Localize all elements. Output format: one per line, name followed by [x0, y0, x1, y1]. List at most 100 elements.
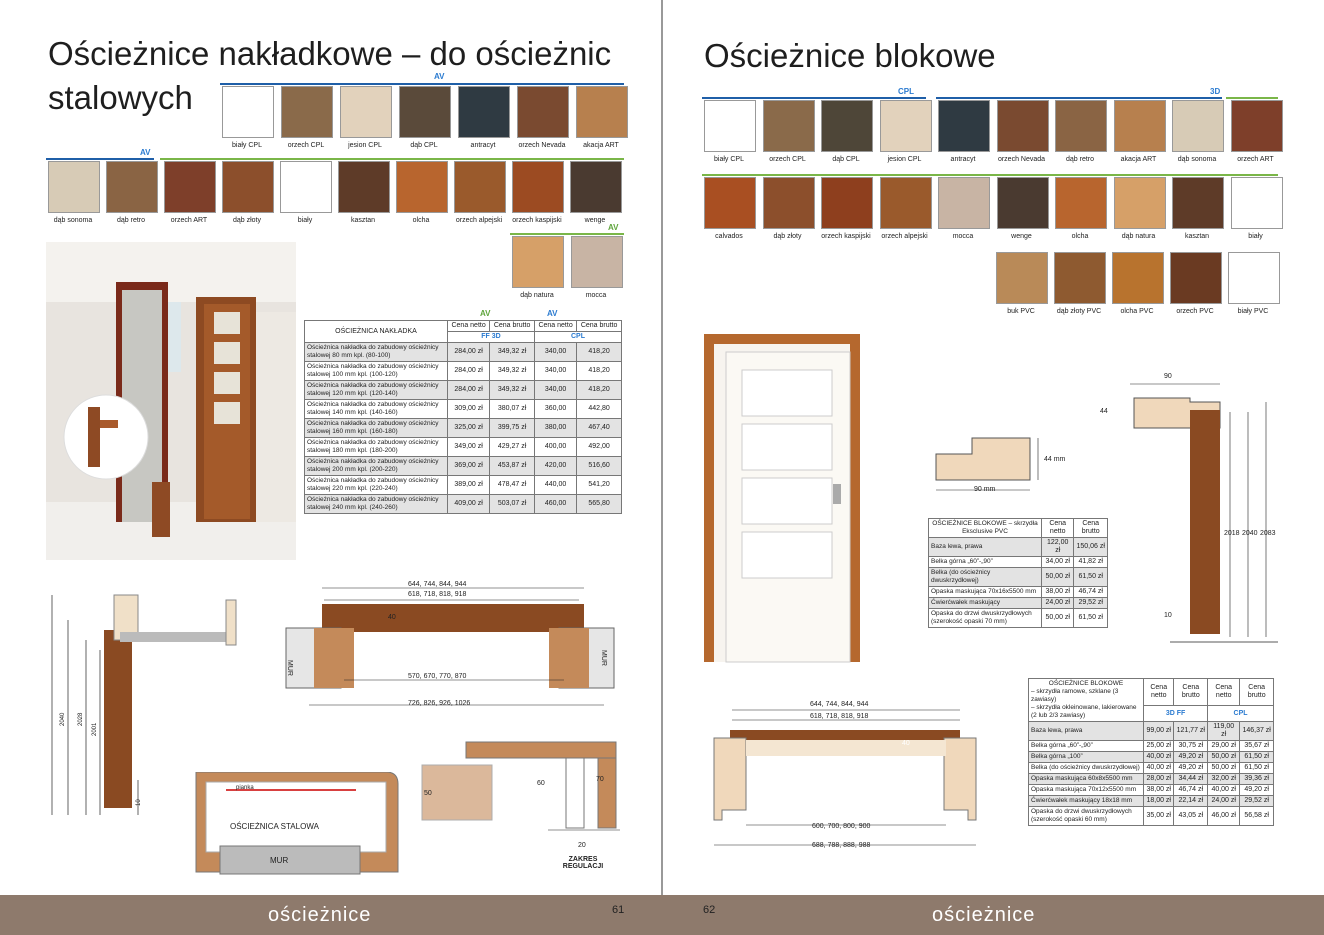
color-group-bar [702, 174, 1278, 176]
dim-label: 618, 718, 818, 918 [810, 713, 869, 720]
table-cell: Ościeżnica nakładka do zabudowy ościeżni… [304, 437, 448, 457]
table-cell: 40,00 zł [1207, 784, 1241, 796]
table-cell: 56,58 zł [1239, 806, 1274, 826]
table-cell: 49,20 zł [1173, 762, 1209, 774]
table-cell: 380,00 [533, 418, 578, 438]
table-cell: 35,67 zł [1239, 740, 1274, 752]
group-ff-3d: FF 3D [447, 331, 535, 343]
table-cell: 409,00 zł [446, 494, 491, 514]
color-swatch [1112, 252, 1164, 304]
dim-label: 60 [537, 780, 545, 787]
swatch-label: biały CPL [714, 156, 744, 163]
table-cell: 43,05 zł [1173, 806, 1209, 826]
swatch-label: calvados [715, 233, 743, 240]
swatch-label: dąb CPL [410, 142, 438, 149]
color-swatch [996, 252, 1048, 304]
color-swatch [1228, 252, 1280, 304]
table-cell: 61,50 zł [1073, 567, 1108, 587]
table-cell: Opaska maskująca 70x12x5500 mm [1028, 784, 1144, 796]
swatch-label: orzech ART [1237, 156, 1274, 163]
table-cell: 41,82 zł [1073, 556, 1108, 568]
table-cell: 340,00 [533, 342, 578, 362]
dim-label: 90 mm [974, 486, 996, 493]
color-swatch [281, 86, 333, 138]
table-cell: 399,75 zł [489, 418, 535, 438]
table-cell: 61,50 zł [1239, 751, 1274, 763]
table-cell: 50,00 zł [1207, 751, 1241, 763]
table-cell: 418,20 [576, 380, 622, 400]
table-cell: Opaska maskująca 60x8x5500 mm [1028, 773, 1144, 785]
swatch-label: dąb złoty [232, 217, 262, 224]
color-swatch [512, 236, 564, 288]
dim-label: 10 [1164, 612, 1172, 619]
color-swatch [938, 100, 990, 152]
color-swatch [340, 86, 392, 138]
swatch-label: mocca [585, 292, 607, 299]
3d-logo-icon: 3D [1210, 87, 1221, 96]
color-swatch [399, 86, 451, 138]
av-logo-icon: AV [434, 72, 445, 81]
swatch-label: orzech alpejski [881, 233, 928, 240]
swatch-label: orzech Nevada [997, 156, 1046, 163]
dim-label: 70 [596, 776, 604, 783]
mur-label: MUR [286, 660, 293, 676]
dim-label: 726, 826, 926, 1026 [408, 700, 471, 707]
table-cell: Ćwierćwałek maskujący 18x18 mm [1028, 795, 1144, 807]
color-swatch [821, 177, 873, 229]
price-table-nakladka: OŚCIEŻNICA NAKŁADKA Cena netto Cena brut… [304, 320, 623, 514]
adjustment-range-drawing [421, 741, 620, 831]
table-cell: 49,20 zł [1239, 784, 1274, 796]
table-cell: Belka górna „60”-„90” [1028, 740, 1144, 752]
swatch-label: orzech PVC [1176, 308, 1214, 315]
swatch-label: orzech ART [170, 217, 208, 224]
color-swatch [821, 100, 873, 152]
footer-brand-left: ościeżnice [268, 904, 372, 926]
table-cell: 49,20 zł [1173, 751, 1209, 763]
group-cpl: CPL [1207, 705, 1274, 722]
table-cell: 369,00 zł [446, 456, 491, 476]
swatch-label: orzech Nevada [518, 142, 566, 149]
table-cell: Belka górna „60”-„90” [928, 556, 1042, 568]
color-group-bar [510, 233, 624, 235]
color-swatch [396, 161, 448, 213]
color-swatch [1055, 100, 1107, 152]
swatch-label: dąb retro [116, 217, 146, 224]
footer-brand-right: ościeżnice [932, 904, 1036, 926]
dim-label: 44 [1100, 408, 1108, 415]
swatch-label: dąb natura [520, 292, 554, 299]
table-cell: 442,80 [576, 399, 622, 419]
dim-label: 2040 [1242, 530, 1258, 537]
table-row: Opaska maskująca 70x16x5500 mm 38,00 zł 46… [928, 586, 1108, 598]
table-cell: 122,00 zł [1040, 537, 1075, 557]
table-cell: 146,37 zł [1239, 721, 1274, 741]
table-header-sub: – skrzydła okleinowane, lakierowane (2 l… [1031, 704, 1137, 719]
color-group-bar [702, 97, 926, 99]
color-group-bar [160, 158, 624, 160]
table-cell: 46,74 zł [1073, 586, 1108, 598]
table-cell: 418,20 [576, 342, 622, 362]
table-cell: 61,50 zł [1239, 762, 1274, 774]
top-section-drawing: MUR MUR [285, 587, 615, 706]
block-frame-door-drawing [702, 332, 862, 664]
color-group-bar [46, 158, 154, 160]
dim-label: 618, 718, 818, 918 [408, 591, 467, 598]
table-cell: Baza lewa, prawa [928, 537, 1042, 557]
dim-label: 688, 788, 888, 988 [812, 842, 871, 849]
swatch-label: biały [1248, 233, 1263, 240]
table-cell: 34,44 zł [1173, 773, 1209, 785]
table-cell: Ościeżnica nakładka do zabudowy ościeżni… [304, 380, 448, 400]
color-swatch [1054, 252, 1106, 304]
page-spine [661, 0, 663, 935]
page-title-right: Ościeżnice blokowe [704, 37, 996, 74]
table-cell: 389,00 zł [446, 475, 491, 495]
color-swatch [48, 161, 100, 213]
page-title-line1: Ościeżnice nakładkowe – do ościeżnic [48, 35, 612, 72]
footer-bar [0, 895, 1324, 935]
color-swatch [512, 161, 564, 213]
table-cell: Ościeżnica nakładka do zabudowy ościeżni… [304, 361, 448, 381]
table-cell: 418,20 [576, 361, 622, 381]
table-cell: 18,00 zł [1142, 795, 1175, 807]
col-netto: Cena netto [533, 320, 578, 332]
av-logo-icon: AV [608, 223, 619, 232]
swatch-label: dąb złoty PVC [1056, 308, 1102, 315]
